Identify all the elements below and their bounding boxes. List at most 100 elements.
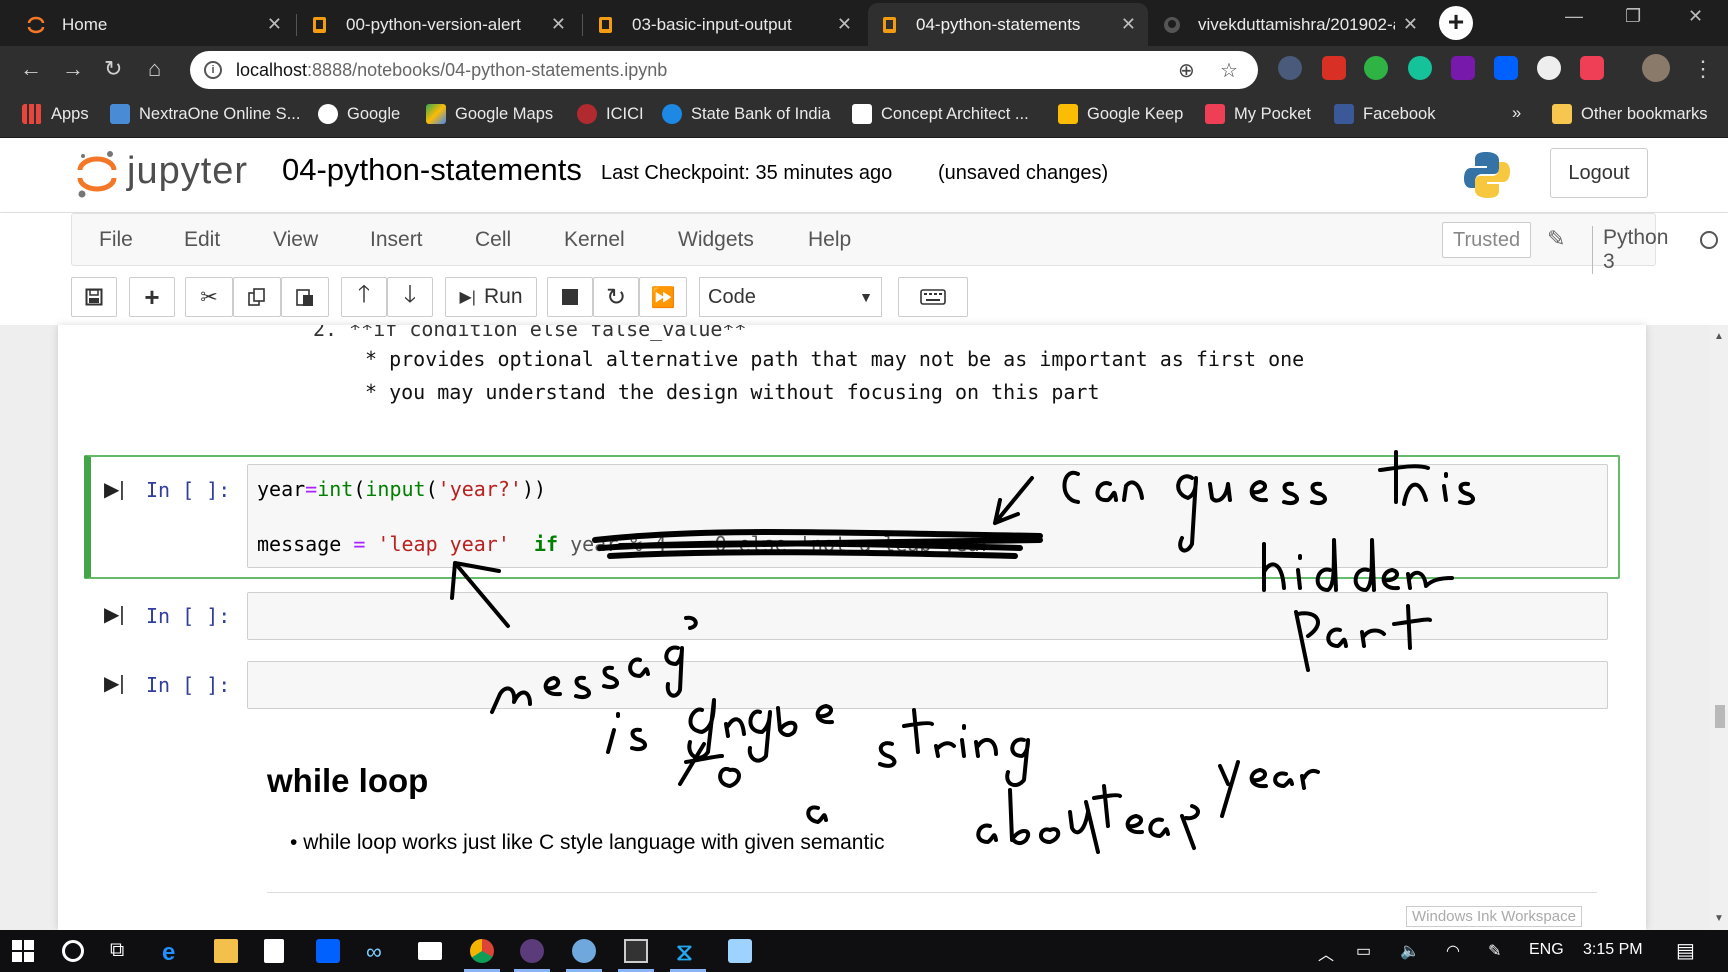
- pen-icon[interactable]: ✎: [1488, 941, 1501, 961]
- trusted-indicator[interactable]: Trusted: [1442, 222, 1532, 258]
- onenote-icon[interactable]: [1451, 56, 1475, 80]
- extension-icon[interactable]: [1537, 56, 1561, 80]
- minimize-icon[interactable]: —: [1565, 6, 1583, 27]
- task-view-icon[interactable]: ⧉: [110, 939, 134, 963]
- ink-workspace-label[interactable]: Windows Ink Workspace: [1406, 906, 1582, 927]
- bookmark-star-icon[interactable]: ☆: [1220, 58, 1238, 83]
- edge-icon[interactable]: e: [162, 939, 186, 966]
- menu-widgets[interactable]: Widgets: [678, 228, 754, 252]
- infinity-icon[interactable]: ∞: [366, 939, 390, 964]
- menu-insert[interactable]: Insert: [370, 228, 423, 252]
- cut-cell-button[interactable]: ✂: [185, 277, 233, 317]
- bookmark-nextraone[interactable]: NextraOne Online S...: [110, 104, 300, 124]
- menu-edit[interactable]: Edit: [184, 228, 220, 252]
- close-icon[interactable]: ✕: [1121, 14, 1136, 35]
- code-editor[interactable]: [247, 592, 1608, 640]
- menu-view[interactable]: View: [273, 228, 318, 252]
- bookmarks-overflow-button[interactable]: »: [1512, 104, 1521, 123]
- scroll-down-icon[interactable]: ▼: [1714, 913, 1724, 924]
- code-editor[interactable]: year=int(input('year?')) message = 'leap…: [247, 464, 1608, 568]
- run-cell-icon[interactable]: ▶|: [104, 671, 125, 696]
- cell-type-select[interactable]: Code ▼: [699, 277, 882, 317]
- run-cell-icon[interactable]: ▶|: [104, 477, 125, 502]
- close-icon[interactable]: ✕: [267, 14, 282, 35]
- paint-icon[interactable]: [572, 939, 596, 963]
- notifications-icon[interactable]: ▤: [1676, 938, 1695, 963]
- close-icon[interactable]: ✕: [1403, 14, 1418, 35]
- terminal-icon[interactable]: [624, 939, 648, 963]
- extension-icon[interactable]: [1278, 56, 1302, 80]
- bookmark-other[interactable]: Other bookmarks: [1552, 104, 1708, 124]
- notebook-name[interactable]: 04-python-statements: [282, 152, 582, 188]
- language-indicator[interactable]: ENG: [1529, 941, 1564, 959]
- copy-cell-button[interactable]: [233, 277, 281, 317]
- close-icon[interactable]: ✕: [837, 14, 852, 35]
- run-button[interactable]: ▶| Run: [445, 277, 537, 317]
- restore-icon[interactable]: ❐: [1625, 6, 1641, 27]
- info-icon[interactable]: i: [204, 61, 222, 79]
- logout-button[interactable]: Logout: [1550, 148, 1648, 198]
- menu-kernel[interactable]: Kernel: [564, 228, 625, 252]
- close-icon[interactable]: ✕: [551, 14, 566, 35]
- tray-overflow-icon[interactable]: ︿: [1318, 941, 1334, 965]
- dropbox-icon[interactable]: [1494, 56, 1518, 80]
- move-up-button[interactable]: 🡑: [341, 277, 387, 317]
- tab-github[interactable]: vivekduttamishra/201902-a ✕: [1150, 3, 1430, 46]
- jupyter-wordmark[interactable]: jupyter: [127, 150, 248, 193]
- scroll-up-icon[interactable]: ▲: [1714, 331, 1724, 342]
- tab-home[interactable]: Home ✕: [14, 3, 294, 46]
- tab-04-python-statements[interactable]: 04-python-statements ✕: [868, 3, 1148, 46]
- bookmark-google-keep[interactable]: Google Keep: [1058, 104, 1183, 124]
- kernel-name[interactable]: Python 3: [1592, 226, 1668, 274]
- windows-start-icon[interactable]: [12, 940, 34, 962]
- bookmark-facebook[interactable]: Facebook: [1334, 104, 1435, 124]
- window-close-icon[interactable]: ✕: [1688, 6, 1703, 27]
- clock[interactable]: 3:15 PM: [1583, 941, 1643, 959]
- search-icon[interactable]: [62, 940, 84, 962]
- bookmark-icici[interactable]: ICICI: [577, 104, 644, 124]
- new-tab-button[interactable]: +: [1439, 6, 1473, 40]
- menu-cell[interactable]: Cell: [475, 228, 511, 252]
- save-button[interactable]: [71, 277, 117, 317]
- command-palette-button[interactable]: [898, 277, 968, 317]
- home-icon[interactable]: ⌂: [148, 56, 161, 82]
- mail-icon[interactable]: [418, 942, 442, 960]
- grammarly-icon[interactable]: [1408, 56, 1432, 80]
- chrome-icon[interactable]: [470, 939, 494, 963]
- bookmark-concept-architect[interactable]: Concept Architect ...: [852, 104, 1029, 124]
- jupyter-logo-icon[interactable]: [76, 148, 118, 200]
- gmail-icon[interactable]: [1322, 56, 1346, 80]
- app-icon[interactable]: [520, 939, 544, 963]
- app-icon[interactable]: [728, 939, 752, 963]
- forward-icon[interactable]: →: [62, 56, 84, 82]
- file-explorer-icon[interactable]: [214, 939, 238, 963]
- dropbox-icon[interactable]: [316, 939, 340, 963]
- restart-run-all-button[interactable]: ⏩: [639, 277, 687, 317]
- back-icon[interactable]: ←: [20, 56, 42, 82]
- menu-icon[interactable]: ⋮: [1692, 56, 1714, 82]
- scrollbar-thumb[interactable]: [1715, 705, 1725, 728]
- menu-help[interactable]: Help: [808, 228, 851, 252]
- evernote-icon[interactable]: [1364, 56, 1388, 80]
- pocket-icon[interactable]: [1580, 56, 1604, 80]
- volume-icon[interactable]: 🔈: [1400, 941, 1420, 961]
- store-icon[interactable]: [264, 939, 284, 963]
- tab-03-basic-input-output[interactable]: 03-basic-input-output ✕: [584, 3, 864, 46]
- move-down-button[interactable]: 🡓: [387, 277, 433, 317]
- vscode-icon[interactable]: ⧖: [676, 939, 700, 966]
- paste-cell-button[interactable]: [281, 277, 329, 317]
- bookmark-sbi[interactable]: State Bank of India: [662, 104, 830, 124]
- restart-kernel-button[interactable]: ↻: [593, 277, 639, 317]
- bookmark-my-pocket[interactable]: My Pocket: [1205, 104, 1311, 124]
- avatar[interactable]: [1642, 54, 1670, 82]
- code-editor[interactable]: [247, 661, 1608, 709]
- wifi-icon[interactable]: ◠: [1446, 941, 1460, 961]
- tab-00-python-version-alert[interactable]: 00-python-version-alert ✕: [298, 3, 578, 46]
- bookmark-google-maps[interactable]: Google Maps: [426, 104, 553, 124]
- menu-file[interactable]: File: [99, 228, 133, 252]
- url-input[interactable]: i localhost:8888/notebooks/04-python-sta…: [190, 51, 1258, 89]
- run-cell-icon[interactable]: ▶|: [104, 602, 125, 627]
- interrupt-kernel-button[interactable]: [547, 277, 593, 317]
- insert-cell-button[interactable]: +: [129, 277, 175, 317]
- bookmark-apps[interactable]: Apps: [22, 104, 89, 124]
